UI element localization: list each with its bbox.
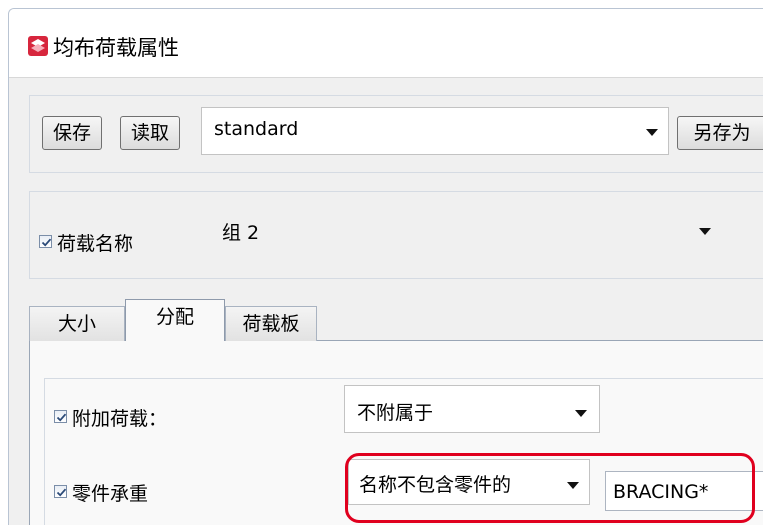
chevron-down-icon[interactable] xyxy=(699,228,711,235)
attach-load-select[interactable]: 不附属于 xyxy=(344,385,600,433)
save-button[interactable]: 保存 xyxy=(42,116,102,150)
checkmark-icon xyxy=(56,488,67,497)
tab-load-panel[interactable]: 荷载板 xyxy=(225,306,317,341)
part-bearing-label: 零件承重 xyxy=(72,483,149,505)
preset-select[interactable]: standard xyxy=(201,107,669,155)
load-properties-dialog: 均布荷载属性 保存 读取 standard 另存为 荷载名称 组 2 大小 分配… xyxy=(8,8,763,525)
save-as-button[interactable]: 另存为 xyxy=(677,116,763,150)
part-bearing-checkbox[interactable] xyxy=(54,485,67,498)
checkmark-icon xyxy=(41,238,52,247)
load-name-checkbox[interactable] xyxy=(39,235,52,248)
load-name-select-value: 组 2 xyxy=(222,222,260,244)
window-title: 均布荷载属性 xyxy=(53,36,179,60)
highlight-annotation xyxy=(345,453,755,523)
tab-distribution[interactable]: 分配 xyxy=(125,299,225,341)
title-bar: 均布荷载属性 xyxy=(9,9,763,78)
preset-select-value: standard xyxy=(214,118,299,140)
load-name-label: 荷载名称 xyxy=(57,233,134,255)
tekla-app-icon xyxy=(28,36,48,56)
load-name-select[interactable]: 组 2 xyxy=(207,205,720,249)
attach-load-select-value: 不附属于 xyxy=(357,402,434,424)
attach-load-checkbox[interactable] xyxy=(54,410,67,423)
tab-magnitude[interactable]: 大小 xyxy=(29,306,125,341)
chevron-down-icon[interactable] xyxy=(575,410,587,417)
attach-load-label: 附加荷载： xyxy=(72,408,168,430)
load-button[interactable]: 读取 xyxy=(120,116,180,150)
checkmark-icon xyxy=(56,413,67,422)
chevron-down-icon[interactable] xyxy=(646,129,658,136)
